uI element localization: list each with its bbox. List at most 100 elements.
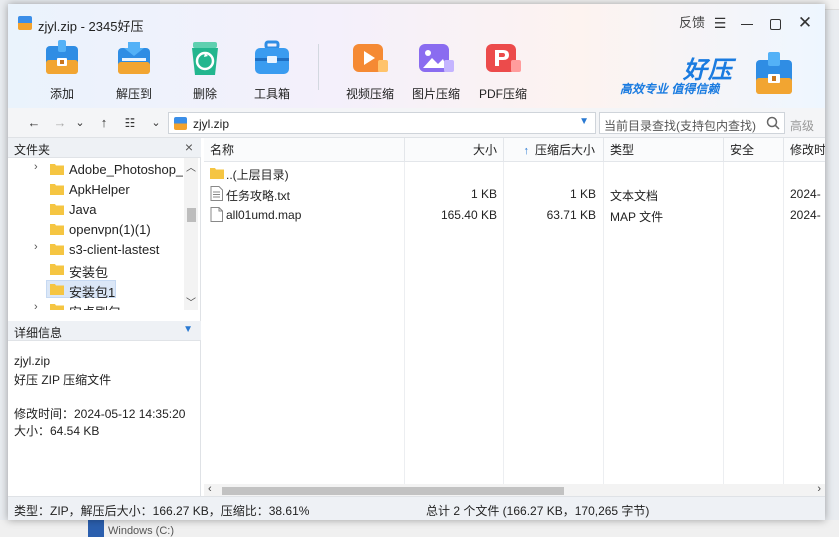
video-compress-label: 视频压缩	[345, 87, 394, 101]
back-arrow-icon[interactable]: ←	[24, 114, 44, 132]
delete-button[interactable]: 删除	[175, 38, 235, 104]
collapse-triangle-icon[interactable]: ▼	[183, 324, 193, 335]
status-bar: 类型：ZIP，解压后大小：166.27 KB，压缩比：38.61% 总计 2 个…	[8, 496, 825, 520]
file-name: all01umd.map	[226, 208, 302, 222]
tree-item-java[interactable]: Java	[8, 199, 183, 219]
background-explorer-strip: Windows (C:)	[0, 520, 839, 537]
brand-slogan: 高效专业 值得信赖	[620, 82, 720, 96]
tree-item-apkhelper[interactable]: ApkHelper	[8, 179, 183, 199]
forward-arrow-icon[interactable]: →	[50, 114, 70, 132]
tree-item-adobe-photoshop[interactable]: › Adobe_Photoshop_	[8, 159, 183, 179]
column-header-security[interactable]: 安全	[724, 138, 784, 162]
expand-chevron-icon[interactable]: ›	[34, 161, 38, 173]
column-header-type[interactable]: 类型	[604, 138, 724, 162]
detail-modified-time: 修改时间：2024-05-12 14:35:20	[14, 407, 186, 421]
file-modified: 2024-	[790, 208, 821, 222]
column-header-packed-size[interactable]: ↑ 压缩后大小	[504, 138, 604, 162]
advanced-search-button[interactable]: 高级	[790, 117, 814, 134]
scroll-right-icon[interactable]: ›	[817, 483, 821, 495]
scroll-up-icon[interactable]: ︿	[184, 159, 198, 174]
video-compress-button[interactable]: 视频压缩	[340, 38, 400, 104]
close-panel-icon[interactable]: ×	[185, 139, 193, 155]
maximize-icon[interactable]	[763, 12, 787, 34]
history-dropdown-icon[interactable]: ⌄	[70, 114, 90, 132]
folder-icon	[50, 264, 64, 275]
file-type: MAP 文件	[610, 210, 664, 224]
address-bar: ← → ⌄ ↑ ☷ ⌄ zjyl.zip ▼ 当前目录查找(支持包内查找) 高级	[8, 108, 825, 138]
file-row-task-guide[interactable]: 任务攻略.txt 1 KB 1 KB 文本文档 2024-	[204, 184, 825, 205]
toolbox-button[interactable]: 工具箱	[242, 38, 302, 104]
up-level-icon[interactable]: ↑	[94, 114, 114, 132]
search-icon[interactable]	[766, 116, 780, 130]
scroll-down-icon[interactable]: ﹀	[184, 294, 198, 309]
column-header-label: 修改时	[790, 143, 825, 157]
status-archive-info: 类型：ZIP，解压后大小：166.27 KB，压缩比：38.61%	[14, 504, 310, 518]
file-type: 文本文档	[610, 189, 659, 203]
extract-to-icon	[114, 38, 154, 78]
status-total-info: 总计 2 个文件 (166.27 KB，170,265 字节)	[426, 504, 650, 518]
add-button[interactable]: 添加	[32, 38, 92, 104]
extract-to-button[interactable]: 解压到	[104, 38, 164, 104]
minimize-icon[interactable]	[735, 12, 759, 34]
close-icon[interactable]: ✕	[792, 12, 818, 34]
tree-item-installer-1[interactable]: 安装包1	[8, 279, 183, 300]
tree-item-openvpn[interactable]: openvpn(1)(1)	[8, 219, 183, 239]
search-input[interactable]: 当前目录查找(支持包内查找)	[599, 112, 785, 134]
scrollbar-thumb[interactable]	[222, 487, 564, 495]
haozip-window: zjyl.zip - 2345好压 反馈 ☰ ✕ 添加 解压到 删除 工具箱 视…	[8, 4, 825, 520]
path-dropdown-icon[interactable]: ▼	[579, 116, 589, 127]
tree-item-label: 安卓刷包	[69, 302, 121, 310]
tree-item-installer[interactable]: 安装包	[8, 259, 183, 280]
app-icon	[18, 16, 32, 30]
scrollbar-thumb[interactable]	[187, 208, 196, 222]
column-header-label: 安全	[730, 143, 755, 157]
window-title: zjyl.zip - 2345好压	[38, 19, 144, 34]
folder-tree-scrollbar[interactable]: ︿ ﹀	[184, 158, 198, 310]
drive-icon	[88, 520, 104, 537]
column-header-name[interactable]: 名称	[204, 138, 405, 162]
pdf-compress-button[interactable]: PDF压缩	[473, 38, 533, 104]
tree-item-android-flash[interactable]: › 安卓刷包	[8, 299, 183, 310]
pdf-compress-icon	[483, 38, 523, 78]
file-row-parent-dir[interactable]: ..(上层目录)	[204, 163, 825, 184]
menu-icon[interactable]: ☰	[710, 12, 730, 34]
tree-item-label: Java	[69, 202, 97, 217]
path-combobox[interactable]: zjyl.zip ▼	[168, 112, 596, 134]
file-name: ..(上层目录)	[226, 168, 289, 182]
folder-tree: › Adobe_Photoshop_ ApkHelper Java openvp…	[8, 158, 183, 310]
view-mode-icon[interactable]: ☷	[120, 114, 140, 132]
feedback-button[interactable]: 反馈	[677, 12, 707, 34]
folder-icon	[50, 244, 64, 255]
details-panel-header[interactable]: 详细信息 ▼	[8, 321, 201, 341]
details-panel-title: 详细信息	[14, 326, 63, 340]
tree-item-label: ApkHelper	[69, 182, 130, 197]
delete-recycle-icon	[185, 38, 225, 78]
pdf-compress-label: PDF压缩	[478, 87, 527, 101]
image-compress-button[interactable]: 图片压缩	[406, 38, 466, 104]
tree-item-s3-client[interactable]: › s3-client-lastest	[8, 239, 183, 259]
column-header-size[interactable]: 大小	[405, 138, 504, 162]
image-compress-icon	[416, 38, 456, 78]
expand-chevron-icon[interactable]: ›	[34, 241, 38, 253]
expand-chevron-icon[interactable]: ›	[34, 301, 38, 310]
toolbar-divider	[318, 44, 319, 90]
file-row-map[interactable]: all01umd.map 165.40 KB 63.71 KB MAP 文件 2…	[204, 205, 825, 226]
scroll-left-icon[interactable]: ‹	[208, 483, 212, 495]
left-pane: 文件夹 × › Adobe_Photoshop_ ApkHelper Java …	[8, 138, 201, 496]
column-header-label: 大小	[472, 143, 497, 157]
path-text: zjyl.zip	[193, 117, 230, 131]
folder-icon	[50, 284, 64, 295]
delete-label: 删除	[192, 87, 217, 101]
brand-box-icon	[754, 52, 794, 94]
column-header-modified[interactable]: 修改时	[784, 138, 825, 162]
extract-to-label: 解压到	[115, 87, 152, 101]
folder-icon	[50, 184, 64, 195]
detail-size: 大小：64.54 KB	[14, 424, 100, 438]
brand-logo: 好压 高效专业 值得信赖	[620, 44, 820, 104]
background-drive-label: Windows (C:)	[108, 525, 175, 537]
folder-icon	[210, 168, 224, 179]
view-mode-dropdown-icon[interactable]: ⌄	[146, 114, 166, 132]
zip-file-icon	[174, 117, 187, 130]
tree-item-label: openvpn(1)(1)	[69, 222, 151, 237]
toolbox-icon	[252, 38, 292, 78]
